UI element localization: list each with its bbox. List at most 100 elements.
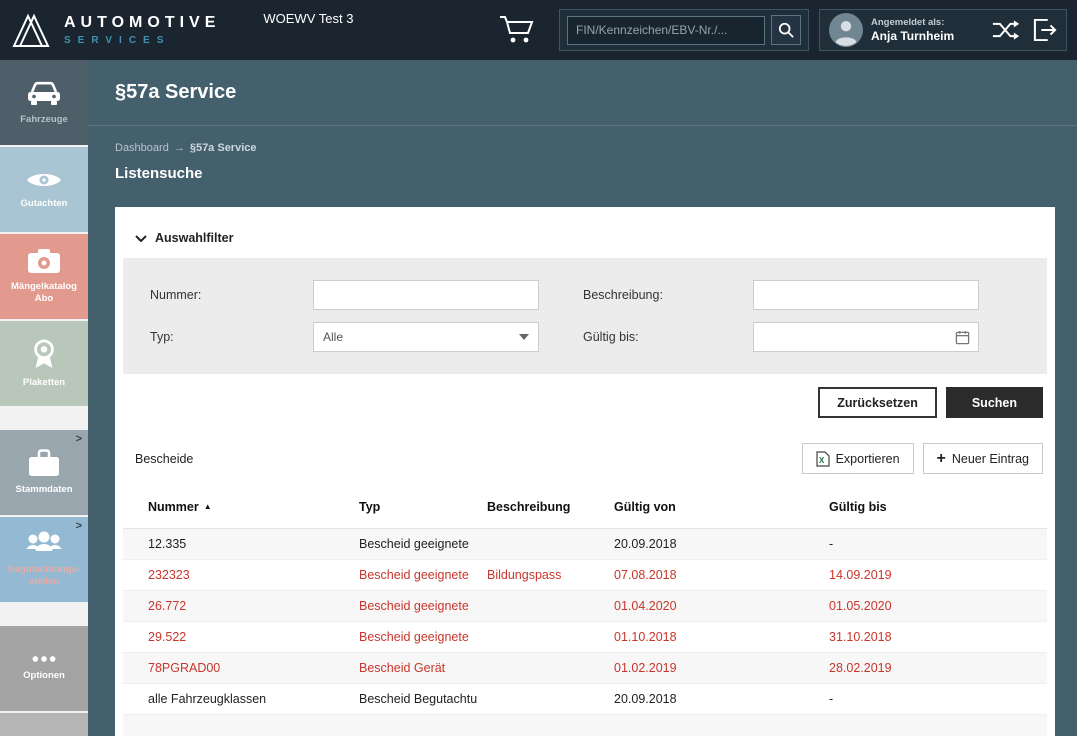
new-entry-button-label: Neuer Eintrag: [952, 452, 1029, 466]
sidebar-item-gutachten[interactable]: Gutachten: [0, 147, 88, 232]
search-input[interactable]: [567, 16, 765, 45]
beschreibung-input[interactable]: [753, 280, 979, 310]
user-name: Anja Turnheim: [871, 29, 954, 43]
cell-typ: Bescheid geeignete: [358, 528, 486, 559]
cell-beschreibung: Bildungspass: [486, 559, 613, 590]
vehicle-searchbox: [559, 9, 809, 51]
sidebar-group-gap: [0, 604, 88, 626]
sidebar-item-label: Gutachten: [3, 198, 85, 210]
column-header-gueltig-von[interactable]: Gültig von: [613, 486, 828, 528]
cell-gueltig-bis: [828, 714, 1047, 736]
logout-button[interactable]: [1033, 19, 1057, 41]
export-button[interactable]: X Exportieren: [802, 443, 914, 474]
sidebar-item-label: Optionen: [3, 670, 85, 682]
table-row[interactable]: 232323 Bescheid geeignete Bildungspass 0…: [123, 559, 1047, 590]
table-row[interactable]: 12.335 Bescheid geeignete 20.09.2018 -: [123, 528, 1047, 559]
cell-typ: Bescheid geeignete: [358, 590, 486, 621]
plakette-icon: [30, 338, 58, 370]
page-header: §57a Service: [88, 60, 1077, 126]
reset-button[interactable]: Zurücksetzen: [818, 387, 937, 418]
cell-nummer: 78PGRAD00: [123, 652, 358, 683]
results-table: Nummer▲ Typ Beschreibung Gültig von Gült…: [123, 486, 1047, 736]
sidebar-item-tools[interactable]: [0, 713, 88, 736]
nummer-input[interactable]: [313, 280, 539, 310]
column-header-typ[interactable]: Typ: [358, 486, 486, 528]
search-icon: [778, 22, 794, 38]
sidebar-item-label: Plaketten: [3, 377, 85, 389]
logged-in-as-label: Angemeldet als:: [871, 17, 954, 28]
cell-nummer: 12.335: [123, 528, 358, 559]
cell-nummer: [123, 714, 358, 736]
cell-gueltig-von: 20.09.2018: [613, 683, 828, 714]
brand-line2: SERVICES: [64, 35, 220, 46]
cell-gueltig-von: 07.08.2018: [613, 559, 828, 590]
cell-nummer: 232323: [123, 559, 358, 590]
brand-home-link[interactable]: AUTOMOTIVE SERVICES: [8, 10, 220, 50]
cell-beschreibung: [486, 621, 613, 652]
table-body: 12.335 Bescheid geeignete 20.09.2018 - 2…: [123, 528, 1047, 736]
cell-gueltig-bis: 14.09.2019: [828, 559, 1047, 590]
dots-icon: [31, 655, 57, 663]
sidebar-item-stammdaten[interactable]: > Stammdaten: [0, 430, 88, 515]
column-header-label: Nummer: [148, 500, 199, 514]
sidebar-item-label: Mängelkatalog Abo: [3, 281, 85, 306]
excel-icon: X: [816, 451, 830, 467]
cell-beschreibung: [486, 528, 613, 559]
column-header-nummer[interactable]: Nummer▲: [123, 486, 358, 528]
cell-typ: Bescheid geeignete: [358, 559, 486, 590]
table-header-row: Nummer▲ Typ Beschreibung Gültig von Gült…: [123, 486, 1047, 528]
typ-select[interactable]: Alle: [313, 322, 539, 352]
brand-logo: [8, 10, 54, 50]
table-row[interactable]: [123, 714, 1047, 736]
cell-gueltig-bis: 31.10.2018: [828, 621, 1047, 652]
new-entry-button[interactable]: + Neuer Eintrag: [923, 443, 1043, 474]
calendar-icon: [955, 330, 970, 345]
column-header-beschreibung[interactable]: Beschreibung: [486, 486, 613, 528]
calendar-button[interactable]: [955, 330, 970, 345]
section-title: Listensuche: [115, 165, 1077, 182]
sidebar-item-optionen[interactable]: Optionen: [0, 626, 88, 711]
cell-beschreibung: [486, 590, 613, 621]
search-card: Auswahlfilter Nummer: Beschreibung: Typ:…: [115, 207, 1055, 736]
eye-icon: [25, 169, 63, 191]
sidebar-item-begutachtungsstellen[interactable]: > Begutachtungs-stellen: [0, 517, 88, 602]
cell-gueltig-von: 01.02.2019: [613, 652, 828, 683]
brand-line1: AUTOMOTIVE: [64, 14, 220, 32]
cell-gueltig-von: 01.10.2018: [613, 621, 828, 652]
results-heading: Bescheide: [135, 452, 193, 466]
cell-beschreibung: [486, 683, 613, 714]
table-row[interactable]: 29.522 Bescheid geeignete 01.10.2018 31.…: [123, 621, 1047, 652]
user-menu[interactable]: Angemeldet als: Anja Turnheim: [819, 9, 1067, 51]
switch-user-button[interactable]: [992, 20, 1020, 40]
search-submit-button[interactable]: Suchen: [946, 387, 1043, 418]
breadcrumb-arrow-icon: →: [174, 142, 185, 154]
cell-typ: Bescheid geeignete: [358, 621, 486, 652]
table-row[interactable]: alle Fahrzeugklassen Bescheid Begutachtu…: [123, 683, 1047, 714]
avatar: [829, 13, 863, 47]
search-button[interactable]: [771, 15, 801, 45]
table-row[interactable]: 26.772 Bescheid geeignete 01.04.2020 01.…: [123, 590, 1047, 621]
gueltig-bis-field: [753, 322, 979, 352]
shuffle-icon: [992, 20, 1020, 40]
chevron-right-icon: >: [76, 433, 82, 445]
breadcrumb-dashboard[interactable]: Dashboard: [115, 142, 169, 154]
sidebar-item-label: Begutachtungs-stellen: [3, 564, 85, 589]
cell-nummer: 26.772: [123, 590, 358, 621]
breadcrumb-current: §57a Service: [190, 142, 257, 154]
sidebar-item-plaketten[interactable]: Plaketten: [0, 321, 88, 406]
sidebar-item-fahrzeuge[interactable]: Fahrzeuge: [0, 60, 88, 145]
gueltig-bis-label: Gültig bis:: [583, 330, 753, 344]
filter-toggle[interactable]: Auswahlfilter: [135, 231, 234, 245]
app-window: AUTOMOTIVE SERVICES WOEWV Test 3: [0, 0, 1077, 736]
column-header-gueltig-bis[interactable]: Gültig bis: [828, 486, 1047, 528]
sidebar-item-maengelkatalog-abo[interactable]: Mängelkatalog Abo: [0, 234, 88, 319]
plus-icon: +: [937, 450, 946, 468]
cart-button[interactable]: [497, 14, 537, 46]
filter-toggle-label: Auswahlfilter: [155, 231, 234, 245]
gueltig-bis-input[interactable]: [762, 329, 955, 345]
page-title: §57a Service: [115, 81, 236, 104]
table-row[interactable]: 78PGRAD00 Bescheid Gerät 01.02.2019 28.0…: [123, 652, 1047, 683]
cart-icon: [499, 14, 535, 44]
main-content: §57a Service Dashboard → §57a Service Li…: [88, 60, 1077, 736]
filter-panel: Nummer: Beschreibung: Typ: Alle Gültig b…: [123, 258, 1047, 374]
